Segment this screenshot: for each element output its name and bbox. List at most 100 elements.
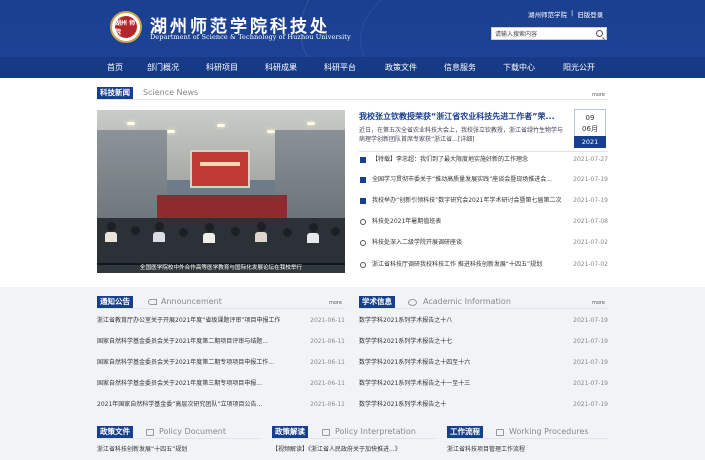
university-logo[interactable]: 湖州 师院 [110, 11, 142, 43]
nav-item-platforms[interactable]: 科研平台 [324, 57, 356, 78]
list-item[interactable]: 浙江省教育厅办公室关于开展2021年度“省级课题评审”项目申报工作... 202… [97, 315, 345, 327]
news-item-date: 2021-07-02 [573, 261, 608, 268]
square-bullet-icon [360, 198, 366, 204]
hero-lamp [217, 124, 225, 127]
academic-item-date: 2021-07-19 [573, 380, 608, 387]
news-divider [97, 99, 608, 100]
headline-title[interactable]: 我校张立钦教授荣获“浙江省农业科技先进工作者”荣... [359, 111, 569, 122]
hero-person [309, 223, 318, 232]
search-icon[interactable] [596, 30, 603, 37]
university-link[interactable]: 湖州师范学院 [528, 9, 567, 19]
academic-item-title[interactable]: 数学学科2021系列学术报告之十一至十三 [359, 378, 549, 390]
list-item[interactable]: 浙江省科技厅调研我校科技工作 推进科技创新发展“十四五”规划 2021-07-0… [359, 259, 608, 271]
list-item[interactable]: 数学学科2021系列学术报告之十一至十三 2021-07-19 [359, 378, 608, 390]
hero-person [283, 228, 292, 237]
news-item-title[interactable]: 浙江省科技厅调研我校科技工作 推进科技创新发展“十四五”规划 [372, 259, 562, 271]
notice-item-date: 2021-06-11 [310, 317, 345, 324]
academic-item-title[interactable]: 数学学科2021系列学术报告之十八 [359, 315, 549, 327]
hero-person [179, 228, 188, 237]
academic-item-title[interactable]: 数学学科2021系列学术报告之十七 [359, 336, 549, 348]
academic-item-title[interactable]: 数学学科2021系列学术报告之十 [359, 399, 549, 411]
news-hero-image[interactable] [97, 110, 345, 273]
news-item-date: 2021-07-19 [573, 197, 608, 204]
list-item[interactable]: 全国学习贯彻市委关于“推动高质量发展实践”座谈会暨现场推进会... 2021-0… [359, 174, 608, 186]
interpretation-divider [272, 438, 436, 439]
nav-item-projects[interactable]: 科研项目 [206, 57, 238, 78]
notice-more-link[interactable]: more [329, 300, 342, 306]
chat-icon [408, 299, 417, 306]
notice-item-date: 2021-06-11 [310, 380, 345, 387]
list-item[interactable]: 国家自然科学基金委员会关于2021年度第三期专项项目申报... 2021-06-… [97, 378, 345, 390]
policy-section-title: 政策文件 [97, 426, 133, 438]
hero-person [331, 227, 340, 236]
list-item[interactable]: 数学学科2021系列学术报告之十七 2021-07-19 [359, 336, 608, 348]
notice-item-date: 2021-06-11 [310, 359, 345, 366]
square-bullet-icon [360, 177, 366, 183]
list-item[interactable]: 科技处2021年暑期值班表 2021-07-08 [359, 216, 608, 228]
workflow-item-title[interactable]: 浙江省科技项目管理工作流程 [447, 444, 605, 453]
speaker-icon [148, 299, 157, 305]
news-item-title[interactable]: 全国学习贯彻市委关于“推动高质量发展实践”座谈会暨现场推进会... [372, 174, 562, 186]
list-item[interactable]: 数学学科2021系列学术报告之十 2021-07-19 [359, 399, 608, 411]
list-item[interactable]: 数学学科2021系列学术报告之十四至十六 2021-07-19 [359, 357, 608, 369]
policy-item-title[interactable]: 浙江省科技创新发展“十四五”规划 [97, 444, 257, 453]
old-version-login-link[interactable]: 旧版登录 [577, 9, 603, 19]
list-item[interactable]: 我校举办“创新引领科技”数字研究会2021年学术研讨会暨第七届第二次... 20… [359, 195, 608, 207]
academic-item-date: 2021-07-19 [573, 338, 608, 345]
academic-item-title[interactable]: 数学学科2021系列学术报告之十四至十六 [359, 357, 549, 369]
hero-person [155, 222, 164, 231]
news-item-title[interactable]: 我校举办“创新引领科技”数字研究会2021年学术研讨会暨第七届第二次... [372, 195, 562, 207]
nav-item-info-services[interactable]: 信息服务 [444, 57, 476, 78]
hero-lamp [127, 122, 135, 125]
list-item[interactable]: 国家自然科学基金委员会关于2021年度第二期项目评审与结题... 2021-06… [97, 336, 345, 348]
interpretation-item-title[interactable]: 【视频解读】《浙江省人民政府关于加快推进...》 [272, 444, 434, 453]
notice-item-date: 2021-06-11 [310, 338, 345, 345]
headline-month: 06月 [582, 125, 598, 133]
workflow-section-subtitle: Working Procedures [509, 427, 589, 436]
notice-item-title[interactable]: 国家自然科学基金委员会关于2021年度第二期项目评审与结题... [97, 336, 280, 348]
academic-item-date: 2021-07-19 [573, 401, 608, 408]
hero-caption[interactable]: 全国医学院校中外合作高等医学教育与国际化发展论坛在我校举行 [97, 263, 345, 273]
nav-item-transparency[interactable]: 阳光公开 [563, 57, 595, 78]
nav-item-policies[interactable]: 政策文件 [385, 57, 417, 78]
headline-year: 2021 [574, 136, 606, 148]
academic-section-subtitle: Academic Information [423, 297, 511, 306]
nav-item-home[interactable]: 首页 [107, 57, 123, 78]
notice-item-title[interactable]: 2021年国家自然科学基金委“高层次研究团队”立项项目公告... [97, 399, 280, 411]
search-input[interactable]: 请输入搜索内容 [491, 27, 607, 40]
circle-bullet-icon [360, 262, 366, 268]
nav-item-achievements[interactable]: 科研成果 [265, 57, 297, 78]
headline-date-badge: 09 06月 2021 [574, 109, 606, 148]
document-icon [496, 429, 504, 436]
notice-item-title[interactable]: 国家自然科学基金委员会关于2021年度第三期专项项目申报... [97, 378, 280, 390]
link-divider: | [571, 9, 574, 17]
circle-bullet-icon [360, 240, 366, 246]
news-more-link[interactable]: more [592, 92, 605, 98]
list-item[interactable]: 国家自然科学基金委员会关于2021年度第二期专项项目申报工作... 2021-0… [97, 357, 345, 369]
nav-item-downloads[interactable]: 下载中心 [503, 57, 535, 78]
site-subtitle: Department of Science & Technology of Hu… [150, 33, 351, 41]
list-item[interactable]: 科技处深入二级学院开展调研座谈 2021-07-02 [359, 237, 608, 249]
hero-person [255, 232, 267, 242]
notice-item-title[interactable]: 国家自然科学基金委员会关于2021年度第二期专项项目申报工作... [97, 357, 280, 369]
list-item[interactable]: 【特载】李忠超：我们到了最大限度地实施好新的工作理念 2021-07-27 [359, 154, 608, 166]
notice-section-subtitle: Announcement [161, 297, 222, 306]
nav-item-overview[interactable]: 部门概况 [147, 57, 179, 78]
notice-item-title[interactable]: 浙江省教育厅办公室关于开展2021年度“省级课题评审”项目申报工作... [97, 315, 280, 327]
list-item[interactable]: 数学学科2021系列学术报告之十八 2021-07-19 [359, 315, 608, 327]
hero-lamp [167, 130, 175, 133]
hero-person [205, 223, 214, 232]
circle-bullet-icon [360, 219, 366, 225]
news-item-title[interactable]: 【特载】李忠超：我们到了最大限度地实施好新的工作理念 [372, 154, 562, 166]
headline-summary[interactable]: 近日，在第五次全省农业科技大会上，我校张立钦教授，浙江省绿竹生物学与病理学创新团… [359, 126, 567, 144]
hero-person [131, 226, 140, 235]
news-item-date: 2021-07-08 [573, 218, 608, 225]
news-item-title[interactable]: 科技处2021年暑期值班表 [372, 216, 562, 228]
hero-person [107, 222, 116, 231]
hero-screen [190, 150, 250, 188]
academic-section-title: 学术信息 [359, 296, 395, 308]
news-item-title[interactable]: 科技处深入二级学院开展调研座谈 [372, 237, 562, 249]
notice-divider [97, 308, 345, 309]
list-item[interactable]: 2021年国家自然科学基金委“高层次研究团队”立项项目公告... 2021-06… [97, 399, 345, 411]
academic-more-link[interactable]: more [592, 300, 605, 306]
